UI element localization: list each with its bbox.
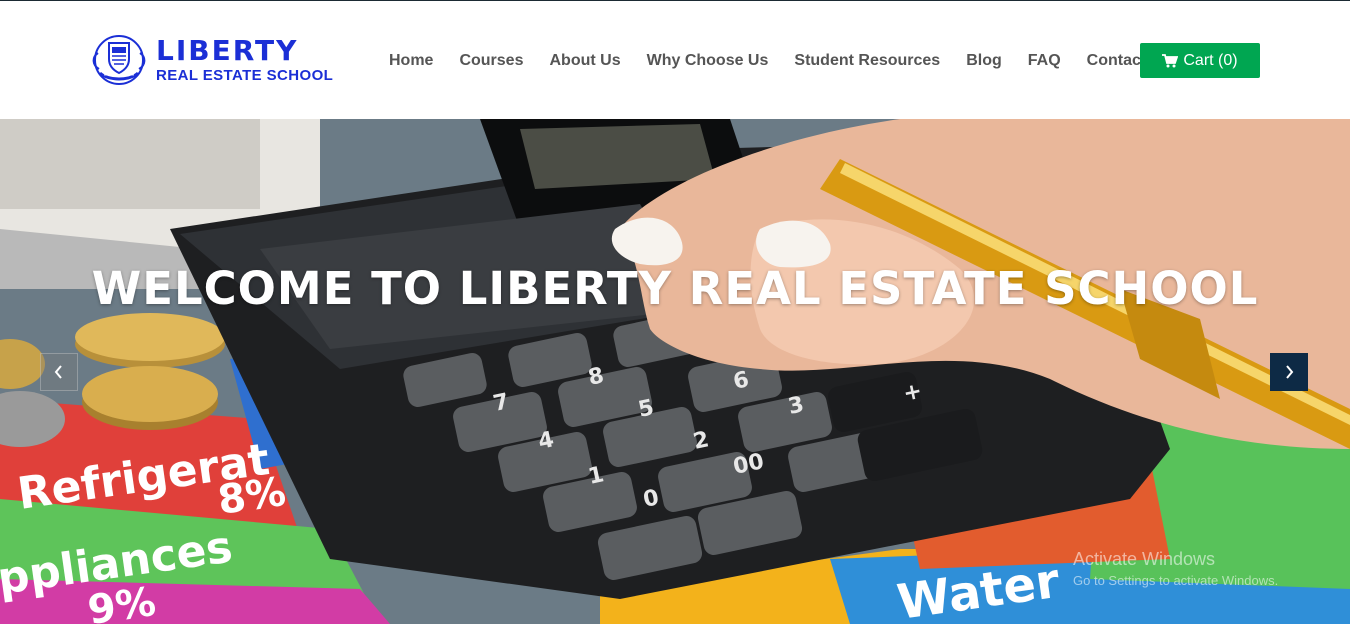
- cart-button[interactable]: Cart (0): [1140, 43, 1260, 78]
- hero-title: WELCOME TO LIBERTY REAL ESTATE SCHOOL: [91, 262, 1259, 315]
- nav-faq[interactable]: FAQ: [1028, 52, 1061, 70]
- chevron-right-icon: [1286, 365, 1294, 379]
- watermark-subtitle: Go to Settings to activate Windows.: [1073, 573, 1279, 588]
- nav-why-choose-us[interactable]: Why Choose Us: [647, 52, 769, 70]
- nav-home[interactable]: Home: [389, 52, 433, 70]
- cart-label: Cart (0): [1183, 51, 1238, 69]
- windows-activation-watermark: Activate Windows Go to Settings to activ…: [1073, 549, 1278, 588]
- chevron-left-icon: [54, 365, 62, 379]
- slider-prev-button[interactable]: [40, 353, 78, 391]
- hero-slider: Refrigerat 8% ppliances 9% Water 7 8 6 4…: [0, 119, 1350, 624]
- site-header: LIBERTY REAL ESTATE SCHOOL Home Courses …: [0, 1, 1350, 119]
- site-logo[interactable]: LIBERTY REAL ESTATE SCHOOL: [90, 31, 333, 89]
- nav-student-resources[interactable]: Student Resources: [794, 52, 940, 70]
- cart-icon: [1162, 53, 1179, 67]
- crest-icon: [92, 35, 146, 85]
- nav-blog[interactable]: Blog: [966, 52, 1002, 70]
- main-nav: Home Courses About Us Why Choose Us Stud…: [377, 44, 1195, 78]
- slider-next-button[interactable]: [1270, 353, 1308, 391]
- nav-courses[interactable]: Courses: [459, 52, 523, 70]
- logo-tagline: REAL ESTATE SCHOOL: [156, 66, 334, 84]
- watermark-title: Activate Windows: [1073, 549, 1216, 569]
- nav-about-us[interactable]: About Us: [549, 52, 620, 70]
- logo-title: LIBERTY: [156, 33, 299, 67]
- bg-text-8-percent: 8%: [215, 469, 289, 524]
